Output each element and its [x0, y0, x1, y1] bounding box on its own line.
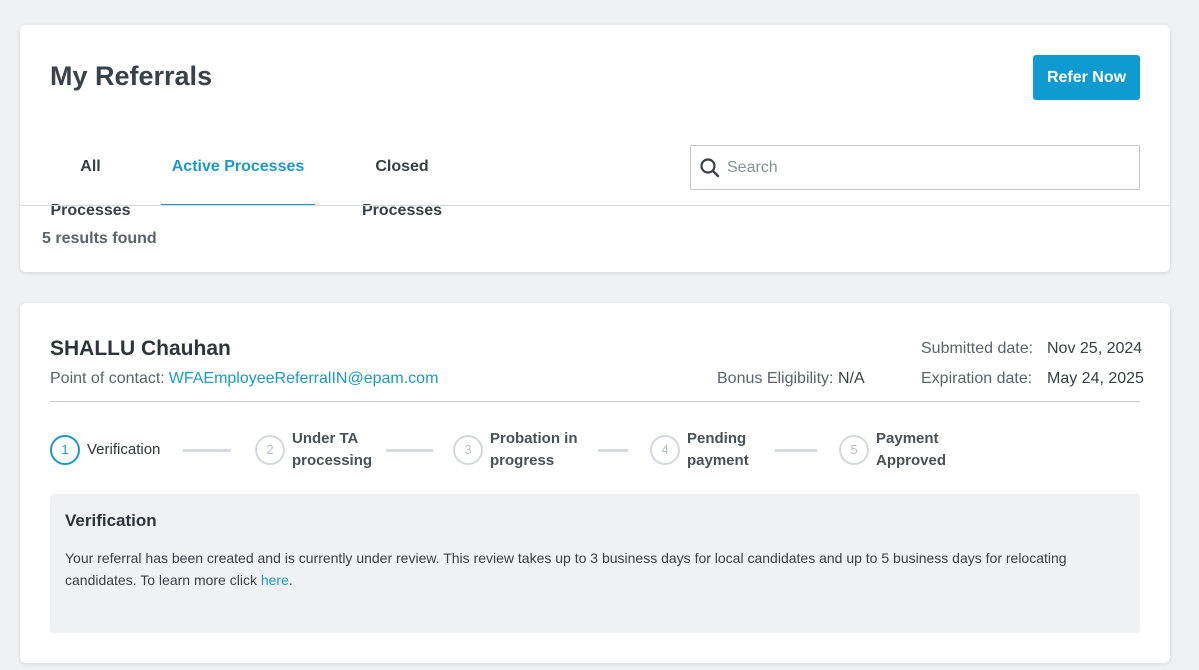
candidate-name: SHALLU Chauhan [50, 337, 231, 360]
step-connector [775, 449, 817, 452]
step-label: Verification [87, 441, 161, 458]
bonus-label: Bonus Eligibility: [717, 370, 834, 387]
referral-card: SHALLU Chauhan Point of contact: WFAEmplo… [20, 303, 1170, 663]
learn-more-link[interactable]: here [261, 572, 289, 588]
step-label: Under TA processing [292, 428, 372, 472]
step-label: Payment Approved [876, 428, 946, 472]
step-connector [386, 449, 433, 452]
expiration-date: Expiration date: May 24, 2025 [921, 370, 1144, 388]
step-label-line2: Approved [876, 452, 947, 469]
step-number: 2 [255, 435, 285, 465]
step-info-box: Verification Your referral has been crea… [50, 494, 1140, 633]
step-label-line2: processing [292, 452, 373, 469]
search-icon [699, 157, 721, 179]
step-number: 3 [453, 435, 483, 465]
info-title: Verification [65, 511, 157, 530]
tab-closed-processes[interactable]: Closed Processes [338, 145, 466, 219]
step-number: 1 [50, 435, 80, 465]
step-label-line1: Probation in [490, 430, 578, 447]
expiration-label: Expiration date: [921, 370, 1033, 387]
tabs-divider [20, 205, 1170, 206]
step-connector [598, 449, 628, 452]
step-label: Probation in progress [490, 428, 578, 472]
info-body: Your referral has been created and is cu… [65, 547, 1105, 591]
step-label-line1: Pending [687, 430, 747, 447]
poc-email-link[interactable]: WFAEmployeeReferralIN@epam.com [169, 370, 439, 387]
bonus-value: N/A [837, 370, 865, 387]
step-label-line2: payment [687, 452, 749, 469]
step-label: Pending payment [687, 428, 749, 472]
step-label-line1: Under TA [292, 430, 359, 447]
submitted-date: Submitted date: Nov 25, 2024 [921, 340, 1142, 358]
info-trailing: . [288, 572, 293, 588]
point-of-contact: Point of contact: WFAEmployeeReferralIN@e… [50, 370, 438, 388]
step-number: 4 [650, 435, 680, 465]
tab-active-processes[interactable]: Active Processes [161, 145, 315, 206]
process-tabs: All Processes Active Processes Closed Pr… [20, 145, 520, 219]
expiration-value: May 24, 2025 [1047, 370, 1144, 387]
search-input[interactable] [727, 146, 1127, 189]
refer-now-button[interactable]: Refer Now [1033, 55, 1140, 100]
step-label-line1: Payment [876, 430, 939, 447]
submitted-label: Submitted date: [921, 340, 1034, 357]
referrals-header-card: My Referrals Refer Now All Processes Act… [20, 25, 1170, 272]
page-title: My Referrals [50, 61, 213, 91]
step-number: 5 [839, 435, 869, 465]
submitted-value: Nov 25, 2024 [1047, 340, 1143, 357]
card-divider [50, 401, 1140, 402]
bonus-eligibility: Bonus Eligibility: N/A [717, 370, 865, 388]
step-label-line2: progress [490, 452, 555, 469]
info-text: Your referral has been created and is cu… [65, 550, 1067, 588]
search-box [690, 145, 1140, 190]
tab-all-processes[interactable]: All Processes [42, 145, 139, 219]
results-count: 5 results found [42, 230, 157, 247]
poc-label: Point of contact: [50, 370, 165, 387]
step-connector [183, 449, 231, 452]
